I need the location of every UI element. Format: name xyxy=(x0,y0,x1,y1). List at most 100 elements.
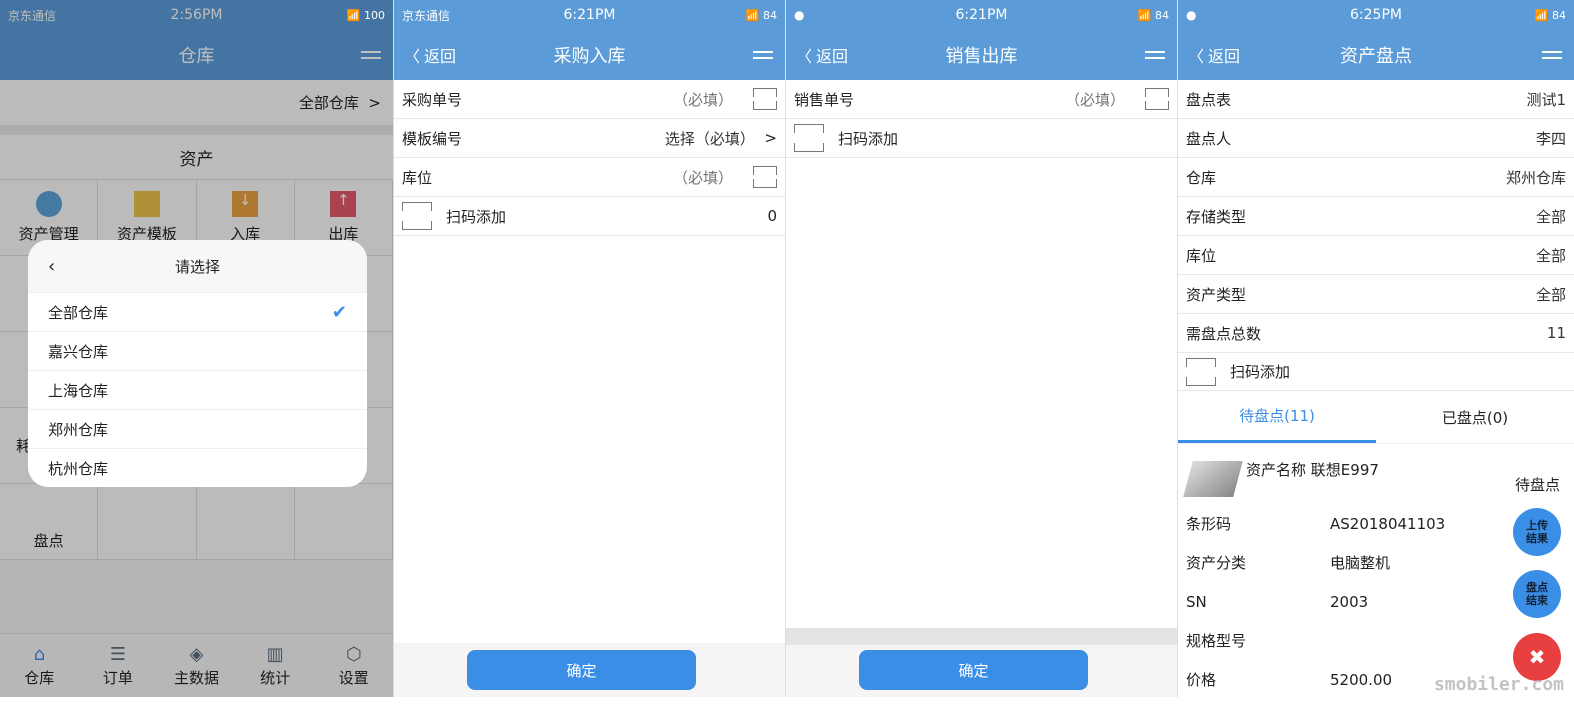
field-hint: （必填） xyxy=(672,168,733,187)
fab-label: 盘点结束 xyxy=(1526,581,1548,607)
template-select[interactable]: 模板编号 选择（必填） > xyxy=(394,119,785,158)
field-value: 测试1 xyxy=(1526,90,1566,109)
screen-purchase-inbound: 京东通信 6:21PM 📶 84 〈返回 采购入库 采购单号 （必填） 模板编号 选择（必… xyxy=(394,0,786,697)
option-label: 全部仓库 xyxy=(48,303,109,322)
header: 〈返回 销售出库 xyxy=(786,30,1177,80)
signal-battery: 📶 84 xyxy=(1534,8,1566,22)
check-icon: ✔ xyxy=(331,301,347,323)
back-label: 返回 xyxy=(816,47,849,66)
field-value: AS2018041103 xyxy=(1330,514,1446,533)
field-value: 5200.00 xyxy=(1330,670,1393,689)
fab-label: 上传结果 xyxy=(1526,519,1548,545)
page-title: 销售出库 xyxy=(945,46,1018,67)
field-value: 11 xyxy=(1546,324,1566,342)
chevron-right-icon: > xyxy=(764,129,777,147)
scan-add-label: 扫码添加 xyxy=(1230,363,1291,381)
field-key: 规格型号 xyxy=(1186,632,1247,650)
option-label: 上海仓库 xyxy=(48,381,109,400)
page-title: 资产盘点 xyxy=(1340,46,1412,67)
option-hangzhou[interactable]: 杭州仓库 xyxy=(28,448,367,487)
scan-icon xyxy=(794,124,824,152)
field-hint: （必填） xyxy=(672,90,733,109)
option-label: 郑州仓库 xyxy=(48,420,109,439)
page-title: 采购入库 xyxy=(553,46,626,67)
modal-title: 请选择 xyxy=(174,257,220,276)
back-button[interactable]: 〈返回 xyxy=(796,43,848,67)
header: 〈返回 资产盘点 xyxy=(1178,30,1574,80)
field-value: 全部 xyxy=(1535,207,1566,226)
info-row[interactable]: 需盘点总数 11 xyxy=(1178,314,1574,353)
field-label: 盘点人 xyxy=(1186,129,1232,148)
menu-icon[interactable] xyxy=(753,51,773,59)
watermark: smobiler.com xyxy=(1433,674,1564,695)
info-row[interactable]: 资产类型 全部 xyxy=(1178,275,1574,314)
scan-icon[interactable] xyxy=(753,88,777,110)
option-zhengzhou[interactable]: 郑州仓库 xyxy=(28,409,367,448)
scan-add-label: 扫码添加 xyxy=(446,207,507,226)
asset-field: 资产分类 电脑整机 xyxy=(1178,543,1574,582)
field-label: 资产类型 xyxy=(1186,285,1247,304)
finish-check-button[interactable]: 盘点结束 xyxy=(1513,570,1561,618)
field-label: 仓库 xyxy=(1186,168,1217,187)
asset-name-label: 资产名称 xyxy=(1246,460,1307,479)
field-key: 价格 xyxy=(1186,671,1217,689)
upload-result-button[interactable]: 上传结果 xyxy=(1513,508,1561,556)
sales-order-field[interactable]: 销售单号 （必填） xyxy=(786,80,1177,119)
field-label: 采购单号 xyxy=(402,90,463,109)
field-value: 电脑整机 xyxy=(1330,554,1391,572)
field-value: 全部 xyxy=(1535,246,1566,265)
menu-icon[interactable] xyxy=(1145,51,1165,59)
back-button[interactable]: 〈返回 xyxy=(404,43,456,67)
option-jiaxing[interactable]: 嘉兴仓库 xyxy=(28,331,367,370)
menu-icon[interactable] xyxy=(1542,51,1562,59)
chevron-left-icon: 〈 xyxy=(404,47,421,66)
scan-add-row[interactable]: 扫码添加 xyxy=(1178,353,1574,391)
signal-battery: 📶 100 xyxy=(346,8,385,22)
time: 6:21PM xyxy=(563,7,616,23)
field-label: 模板编号 xyxy=(402,129,463,148)
option-shanghai[interactable]: 上海仓库 xyxy=(28,370,367,409)
tab-bar: 待盘点(11) 已盘点(0) xyxy=(1178,391,1574,444)
info-row[interactable]: 库位 全部 xyxy=(1178,236,1574,275)
time: 6:21PM xyxy=(955,7,1008,23)
field-label: 销售单号 xyxy=(794,90,855,109)
info-row[interactable]: 盘点人 李四 xyxy=(1178,119,1574,158)
tab-checked[interactable]: 已盘点(0) xyxy=(1376,391,1574,443)
field-label: 存储类型 xyxy=(1186,207,1247,226)
field-label: 库位 xyxy=(402,168,433,187)
back-icon[interactable]: ‹ xyxy=(48,256,55,277)
scan-icon xyxy=(1186,357,1216,386)
chevron-left-icon: 〈 xyxy=(1188,47,1205,66)
battery: 84 xyxy=(763,8,777,22)
option-all[interactable]: 全部仓库 ✔ xyxy=(28,292,367,331)
location-field[interactable]: 库位 （必填） xyxy=(394,158,785,197)
tab-pending[interactable]: 待盘点(11) xyxy=(1178,391,1376,443)
confirm-button[interactable]: 确定 xyxy=(859,650,1088,690)
info-row[interactable]: 存储类型 全部 xyxy=(1178,197,1574,236)
laptop-image xyxy=(1183,461,1243,497)
scan-icon[interactable] xyxy=(1145,88,1169,110)
field-value: 李四 xyxy=(1535,129,1566,148)
scan-icon xyxy=(402,202,432,230)
info-row[interactable]: 仓库 郑州仓库 xyxy=(1178,158,1574,197)
info-row[interactable]: 盘点表 测试1 xyxy=(1178,80,1574,119)
back-button[interactable]: 〈返回 xyxy=(1188,43,1240,67)
signal-battery: 📶 84 xyxy=(745,8,777,22)
scan-add-row[interactable]: 扫码添加 0 xyxy=(394,197,785,236)
confirm-button[interactable]: 确定 xyxy=(467,650,696,690)
field-value: 2003 xyxy=(1330,592,1369,611)
status-bar: ● 6:21PM 📶 84 xyxy=(786,0,1177,30)
time: 6:25PM xyxy=(1350,7,1402,23)
header: 〈返回 采购入库 xyxy=(394,30,785,80)
scan-icon[interactable] xyxy=(753,166,777,188)
battery: 100 xyxy=(364,8,385,22)
scan-add-row[interactable]: 扫码添加 xyxy=(786,119,1177,158)
field-value: 郑州仓库 xyxy=(1505,168,1566,187)
scan-count: 0 xyxy=(767,207,777,225)
screen-warehouse: 京东通信 2:56PM 📶 100 仓库 全部仓库 > 资产 资产管理 资产模板 ↓… xyxy=(0,0,394,697)
field-label: 库位 xyxy=(1186,246,1217,265)
field-hint: （必填） xyxy=(1064,90,1125,109)
option-label: 嘉兴仓库 xyxy=(48,342,109,361)
purchase-order-field[interactable]: 采购单号 （必填） xyxy=(394,80,785,119)
status-bar: ● 6:25PM 📶 84 xyxy=(1178,0,1574,30)
